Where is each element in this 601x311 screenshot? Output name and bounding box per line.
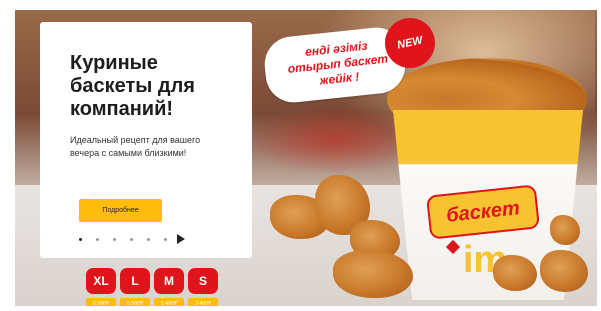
slider-dot[interactable] <box>130 237 133 241</box>
promo-title: Куриные баскеты для компаний! <box>70 52 195 120</box>
slider-dot[interactable] <box>79 237 82 241</box>
bubble-text: енді әзіміз отырып баскет жейік ! <box>287 38 389 88</box>
slider-dot[interactable] <box>96 237 99 241</box>
size-option-s[interactable]: S 3 400₸ <box>188 268 218 306</box>
promo-card: Куриные баскеты для компаний! Идеальный … <box>40 22 252 258</box>
size-option-l[interactable]: L 5 500₸ <box>120 268 150 306</box>
size-price: 5 500₸ <box>120 298 150 306</box>
play-icon[interactable] <box>177 234 185 244</box>
size-option-m[interactable]: M 5 400₸ <box>154 268 184 306</box>
size-badge: M <box>154 268 184 294</box>
size-badge: L <box>120 268 150 294</box>
size-badge: S <box>188 268 218 294</box>
size-badge: XL <box>86 268 116 294</box>
slider-dot[interactable] <box>113 237 116 241</box>
nugget-image <box>550 215 580 245</box>
slider-dot[interactable] <box>164 237 167 241</box>
size-price: 3 400₸ <box>188 298 218 306</box>
more-button[interactable]: Подробнее <box>79 199 162 222</box>
slider-dots <box>79 234 185 244</box>
slider-dot[interactable] <box>147 237 150 241</box>
size-option-xl[interactable]: XL 6 900₸ <box>86 268 116 306</box>
size-price: 6 900₸ <box>86 298 116 306</box>
size-options: XL 6 900₸ L 5 500₸ M 5 400₸ S 3 400₸ <box>86 268 222 306</box>
promo-subtitle: Идеальный рецепт для вашего вечера с сам… <box>70 135 201 158</box>
promo-banner[interactable]: баскет im енді әзіміз отырып баскет жейі… <box>15 10 597 306</box>
nugget-image <box>493 255 537 291</box>
nugget-image <box>540 250 588 292</box>
size-price: 5 400₸ <box>154 298 184 306</box>
